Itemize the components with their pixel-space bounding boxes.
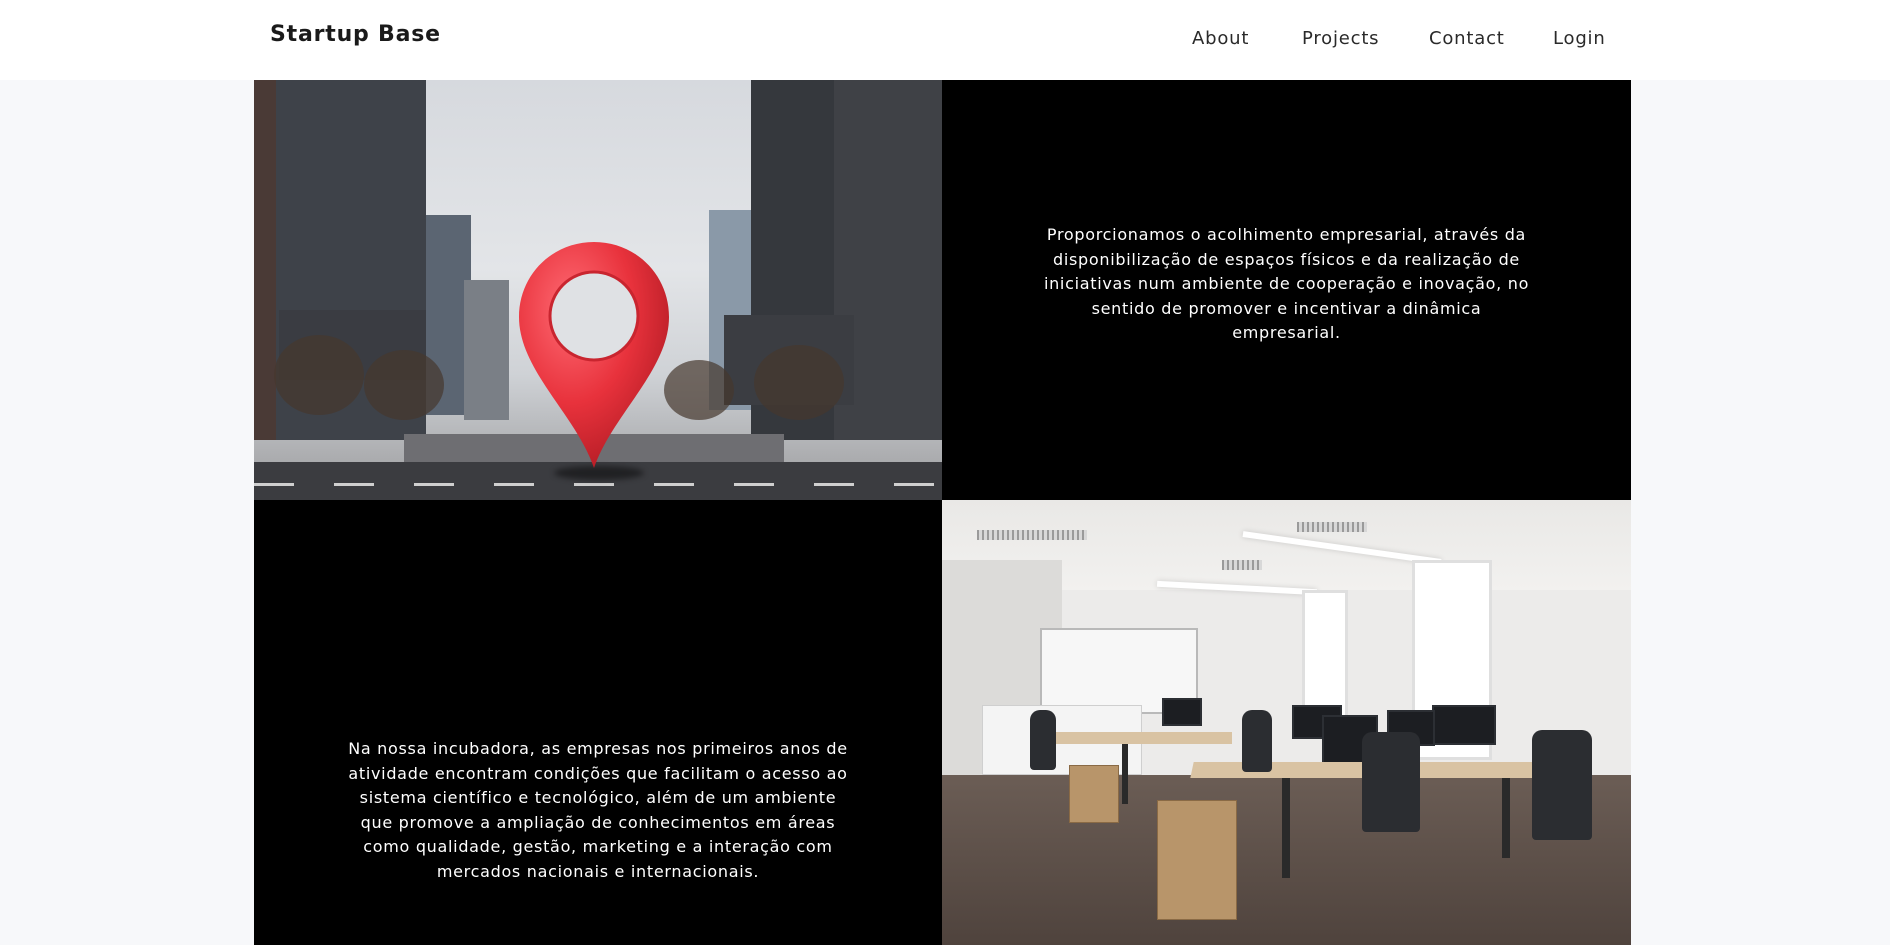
intro-panel: Proporcionamos o acolhimento empresarial… <box>942 80 1631 500</box>
building <box>254 80 276 440</box>
tree <box>364 350 444 420</box>
monitor <box>1162 698 1202 726</box>
desk <box>1032 732 1232 744</box>
desk-leg <box>1282 778 1290 878</box>
monitor <box>1432 705 1496 745</box>
nav-links: About Projects Contact Login <box>0 28 1890 52</box>
desk-leg <box>1122 744 1128 804</box>
nav-link-projects[interactable]: Projects <box>1302 28 1379 49</box>
navbar: Startup Base About Projects Contact Logi… <box>0 0 1890 80</box>
tree <box>754 345 844 420</box>
road-marking <box>254 483 942 486</box>
nav-link-login[interactable]: Login <box>1553 28 1606 49</box>
ceiling-vent <box>977 530 1087 540</box>
nav-link-about[interactable]: About <box>1192 28 1249 49</box>
city-image <box>254 80 942 500</box>
intro-text: Proporcionamos o acolhimento empresarial… <box>1043 225 1530 342</box>
ceiling-vent <box>1222 560 1262 570</box>
location-pin-icon <box>519 242 669 468</box>
incubator-text: Na nossa incubadora, as empresas nos pri… <box>348 739 848 881</box>
nav-link-contact[interactable]: Contact <box>1429 28 1505 49</box>
ceiling-vent <box>1297 522 1367 532</box>
drawer-unit <box>1069 765 1119 823</box>
drawer-unit <box>1157 800 1237 920</box>
building <box>464 280 509 420</box>
tree <box>664 360 734 420</box>
office-scene <box>942 500 1631 945</box>
tree <box>274 335 364 415</box>
office-chair <box>1242 710 1272 772</box>
office-chair <box>1532 730 1592 840</box>
office-chair <box>1030 710 1056 770</box>
office-chair <box>1362 732 1420 832</box>
building <box>294 140 394 210</box>
desk-leg <box>1502 778 1510 858</box>
feature-grid: Proporcionamos o acolhimento empresarial… <box>254 80 1631 945</box>
incubator-panel: Na nossa incubadora, as empresas nos pri… <box>254 500 942 945</box>
office-image <box>942 500 1631 945</box>
